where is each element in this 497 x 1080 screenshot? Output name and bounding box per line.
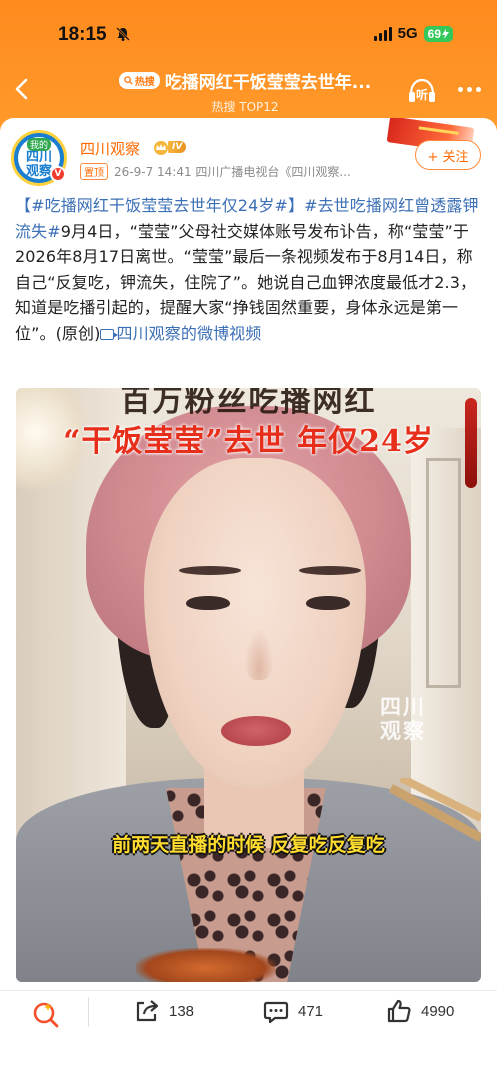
verified-badge-icon: V [50,166,66,182]
post-card: 我的 四川 观察 V 四川观察 IV 置顶 26-9-7 14:41 四川广播电… [0,118,497,990]
avatar-text-1: 四川 [25,149,52,165]
food [136,948,276,982]
lips [221,716,291,746]
hot-search-icon[interactable] [30,999,62,1031]
listen-label: 听 [416,87,428,102]
status-time: 18:15 [58,24,107,45]
charging-icon [442,28,449,39]
share-button[interactable]: 138 [133,997,194,1025]
post-meta-text: 26-9-7 14:41 四川广播电视台《四川观察... [114,165,351,179]
author-name[interactable]: 四川观察 [80,138,140,159]
search-icon [124,76,133,85]
comment-icon [263,1001,289,1024]
nose [244,628,274,680]
left-eye [186,596,230,610]
share-count: 138 [169,1002,195,1020]
bottom-action-bar: 138 471 4990 [0,990,497,1080]
signal-icon [373,26,392,41]
avatar-text-2: 观察 [25,163,52,179]
more-options-button[interactable] [452,74,486,104]
video-link-icon [100,328,119,340]
right-eye [306,596,350,610]
status-bar: 18:15 5G 69 [0,0,497,62]
hot-search-badge: 热搜 [118,72,160,89]
like-count: 4990 [421,1002,455,1020]
vip-badge[interactable]: IV [152,139,187,155]
hot-badge-label: 热搜 [134,77,155,88]
channel-watermark: 四川观察 [380,695,426,743]
hashtag-link-1[interactable]: 【#吃播网红干饭莹莹去世年仅24岁#】 [15,196,304,215]
left-eyebrow [179,566,241,575]
page-subtitle: 热搜 TOP12 [211,100,279,114]
like-button[interactable]: 4990 [385,997,454,1025]
right-eyebrow [299,566,361,575]
nav-bar: 热搜 吃播网红干饭莹莹去世年... 热搜 TOP12 听 [0,62,497,118]
follow-button[interactable]: + 关注 [415,140,481,170]
share-icon [136,1000,159,1022]
mute-bell-icon [116,27,130,41]
battery-indicator: 69 [423,25,453,42]
thumbs-up-icon [387,999,411,1023]
nav-title-area[interactable]: 热搜 吃播网红干饭莹莹去世年... 热搜 TOP12 [105,68,385,115]
network-type: 5G [397,25,418,42]
video-title: “干饭莹莹”去世 年仅24岁 [63,424,434,459]
comment-count: 471 [298,1002,324,1020]
avatar-top-text: 我的 [26,137,51,151]
video-link-label: 四川观察的微博视频 [116,323,262,343]
post-meta: 置顶 26-9-7 14:41 四川广播电视台《四川观察... [80,163,351,180]
divider [88,997,89,1027]
status-indicators: 5G 69 [373,25,453,42]
video-link[interactable]: 四川观察的微博视频 [100,324,261,343]
listen-headphones-icon[interactable]: 听 [405,74,439,108]
vip-level: IV [168,141,187,153]
video-subtitle: 前两天直播的时候 反复吃反复吃 [112,834,385,856]
pinned-tag: 置顶 [80,163,108,180]
battery-level: 69 [427,26,441,41]
window-frame [426,458,461,688]
page-title: 吃播网红干饭莹莹去世年... [164,73,372,93]
comment-button[interactable]: 471 [262,997,323,1025]
back-icon[interactable] [8,74,38,104]
post-body: 【#吃播网红干饭莹莹去世年仅24岁#】#去世吃播网红曾透露钾流失#9月4日，“莹… [15,193,485,346]
video-player[interactable]: 百万粉丝吃播网红 “干饭莹莹”去世 年仅24岁 四川观察 前两天直播的时候 反复… [16,388,481,982]
